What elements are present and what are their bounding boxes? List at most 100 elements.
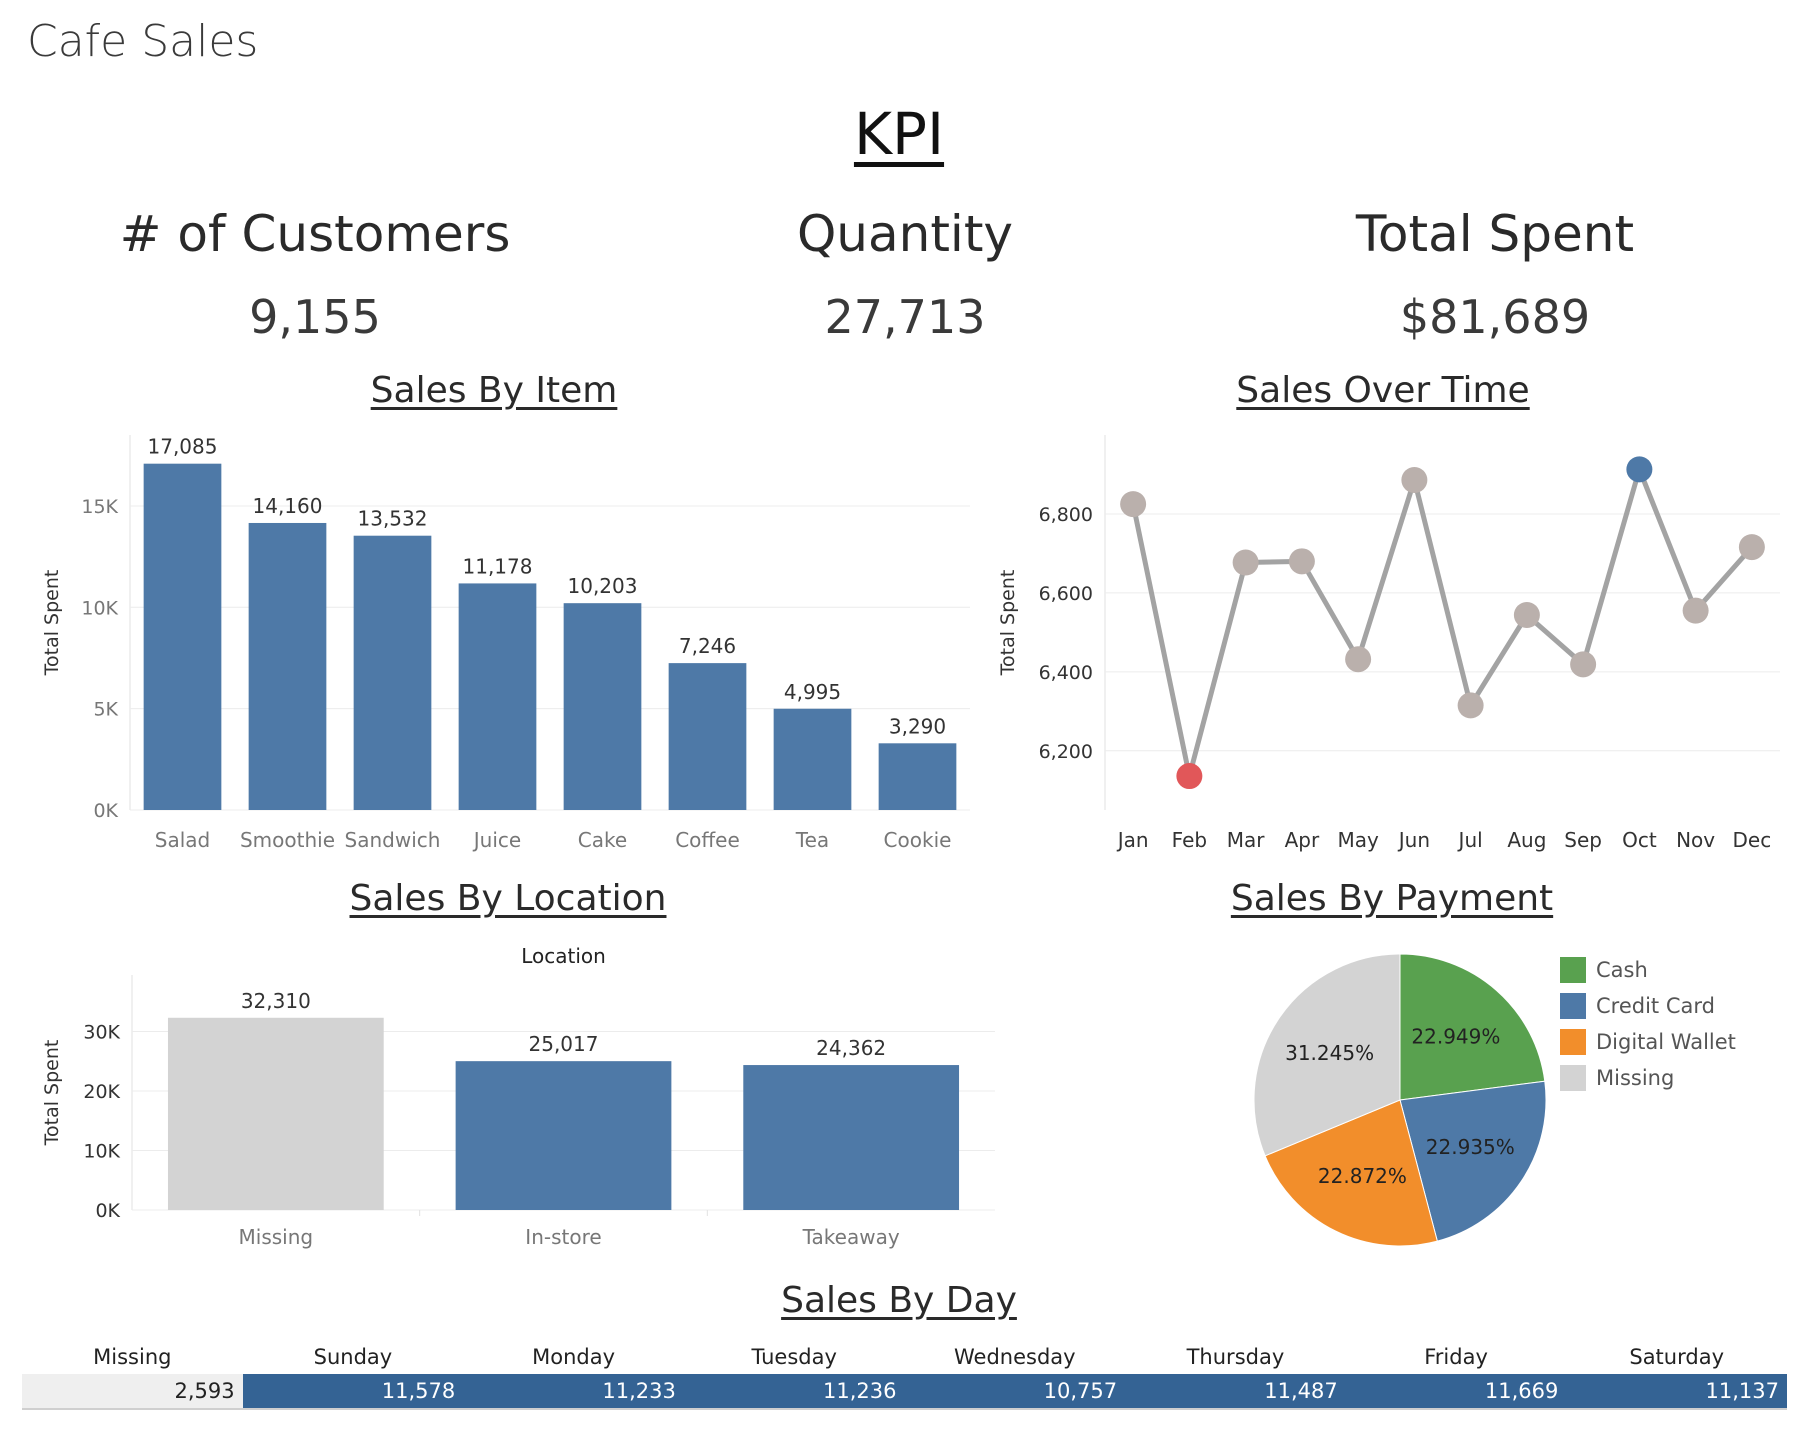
x-tick-label: Sep (1564, 828, 1602, 852)
y-tick-label: 10K (83, 1141, 120, 1163)
x-tick-label: Takeaway (802, 1225, 900, 1249)
legend-label: Digital Wallet (1596, 1030, 1736, 1054)
x-tick-label: Nov (1676, 828, 1715, 852)
bar (563, 603, 642, 810)
data-point (1288, 548, 1315, 575)
day-header-row: Missing Sunday Monday Tuesday Wednesday Thurs… (22, 1340, 1787, 1374)
data-point (1120, 491, 1147, 518)
y-tick-label: 0K (93, 800, 118, 822)
bar (353, 535, 432, 810)
legend-label: Cash (1596, 958, 1648, 982)
legend-swatch (1560, 993, 1586, 1019)
day-value-cell: 10,757 (904, 1374, 1126, 1408)
data-point (1513, 602, 1540, 628)
legend-item-digital-wallet[interactable]: Digital Wallet (1560, 1024, 1736, 1060)
sales-by-item-title: Sales By Item (370, 370, 618, 411)
day-header: Thursday (1186, 1345, 1285, 1369)
day-value-cell: 11,233 (463, 1374, 684, 1408)
x-tick-label: In-store (525, 1225, 601, 1249)
y-tick-label: 6,400 (1039, 662, 1093, 684)
day-value-cell: 11,578 (242, 1374, 464, 1408)
bar (458, 583, 537, 810)
day-header: Wednesday (954, 1345, 1076, 1369)
x-tick-label: Coffee (675, 828, 740, 852)
x-tick-label: Oct (1622, 828, 1657, 852)
bar-value-label: 7,246 (679, 634, 736, 658)
legend-item-cash[interactable]: Cash (1560, 952, 1736, 988)
legend-label: Missing (1596, 1066, 1675, 1090)
bar (455, 1061, 672, 1210)
x-tick-label: Missing (239, 1225, 314, 1249)
bar-value-label: 14,160 (253, 494, 323, 518)
slice-label: 22.872% (1318, 1164, 1407, 1188)
day-value-cell: 2,593 (22, 1374, 243, 1408)
day-header: Sunday (313, 1345, 393, 1369)
slice-label: 22.949% (1411, 1024, 1500, 1048)
x-tick-label: Feb (1172, 828, 1207, 852)
bar-value-label: 11,178 (463, 554, 533, 578)
x-tick-label: Aug (1507, 828, 1546, 852)
bar (878, 743, 957, 810)
day-value-cell: 11,236 (683, 1374, 905, 1408)
legend-item-missing[interactable]: Missing (1560, 1060, 1736, 1096)
y-tick-label: 20K (83, 1081, 120, 1103)
y-tick-label: 30K (83, 1022, 120, 1044)
x-tick-label: Mar (1227, 828, 1266, 852)
day-header: Missing (93, 1345, 172, 1369)
sales-by-day-table: Missing Sunday Monday Tuesday Wednesday Thurs… (22, 1340, 1787, 1410)
x-tick-label: Sandwich (345, 828, 441, 852)
kpi-total-spent-value: $81,689 (1399, 290, 1591, 344)
x-tick-label: Apr (1285, 828, 1320, 852)
y-tick-label: 6,600 (1039, 583, 1093, 605)
data-point (1738, 534, 1765, 561)
sales-over-time-title: Sales Over Time (1236, 370, 1530, 411)
legend-swatch (1560, 1029, 1586, 1055)
y-tick-label: 0K (95, 1200, 120, 1222)
x-tick-label: Cake (578, 828, 627, 852)
bar-value-label: 17,085 (148, 435, 218, 459)
x-tick-label: Jun (1397, 828, 1430, 852)
legend-item-credit-card[interactable]: Credit Card (1560, 988, 1736, 1024)
day-header: Tuesday (751, 1345, 837, 1369)
kpi-total-spent-label: Total Spent (1355, 205, 1635, 263)
kpi-customers-label: # of Customers (119, 205, 511, 263)
sales-by-payment-pie: 22.949% 22.935% 22.872% 31.245% (1253, 953, 1547, 1247)
sales-by-location-title: Sales By Location (349, 878, 667, 919)
data-point (1570, 651, 1597, 678)
x-tick-label: Smoothie (240, 828, 335, 852)
day-value-cell: 11,669 (1345, 1374, 1567, 1408)
x-tick-label: Dec (1733, 828, 1772, 852)
data-point (1457, 692, 1484, 719)
y-tick-label: 5K (93, 699, 118, 721)
y-axis-title: Total Spent (41, 1040, 63, 1147)
y-axis-title: Total Spent (41, 570, 63, 677)
x-tick-label: May (1337, 828, 1379, 852)
bar (167, 1017, 384, 1210)
day-header: Friday (1424, 1345, 1488, 1369)
bar-value-label: 13,532 (358, 507, 428, 531)
bar-value-label: 10,203 (568, 574, 638, 598)
x-tick-label: Juice (472, 828, 521, 852)
data-point (1401, 467, 1428, 493)
day-value-cell: 11,487 (1125, 1374, 1346, 1408)
legend-swatch (1560, 957, 1586, 983)
data-point (1345, 646, 1372, 673)
bar-value-label: 32,310 (241, 989, 311, 1013)
x-tick-label: Jul (1457, 828, 1483, 852)
sales-by-day-title: Sales By Day (781, 1280, 1017, 1321)
bar (248, 522, 327, 810)
data-point (1232, 549, 1259, 576)
bar-value-label: 3,290 (889, 714, 946, 738)
sales-line (1130, 466, 1754, 779)
data-point (1176, 763, 1203, 790)
day-value-row: 2,593 11,578 11,233 11,236 10,757 11,487 11,66… (22, 1374, 1787, 1410)
y-tick-label: 6,800 (1039, 504, 1093, 526)
bar (773, 708, 852, 810)
sales-by-item-chart: 0K 5K 10K 15K Total Spent 17,085 Salad 14,160 Sm… (41, 435, 970, 852)
x-tick-label: Tea (795, 828, 829, 852)
location-header: Location (521, 945, 606, 968)
slice-label: 31.245% (1285, 1041, 1374, 1065)
bar (743, 1065, 960, 1210)
kpi-quantity-value: 27,713 (824, 290, 986, 344)
y-tick-label: 10K (81, 597, 118, 619)
